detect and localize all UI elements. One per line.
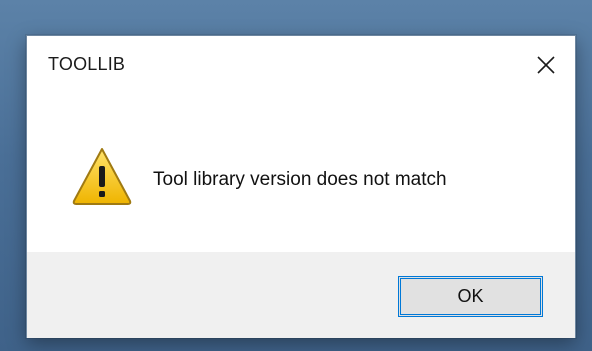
close-icon [537,56,555,74]
dialog-title: TOOLLIB [48,54,126,74]
dialog-titlebar[interactable]: TOOLLIB [27,36,575,96]
ok-button[interactable]: OK [398,276,543,317]
dialog-message: Tool library version does not match [153,169,447,190]
warning-icon [72,148,132,205]
dialog-content: Tool library version does not match [27,96,575,252]
close-button[interactable] [515,36,575,96]
dialog-footer: OK [27,252,575,338]
message-dialog: TOOLLIB Tool library version does not ma… [26,35,576,338]
